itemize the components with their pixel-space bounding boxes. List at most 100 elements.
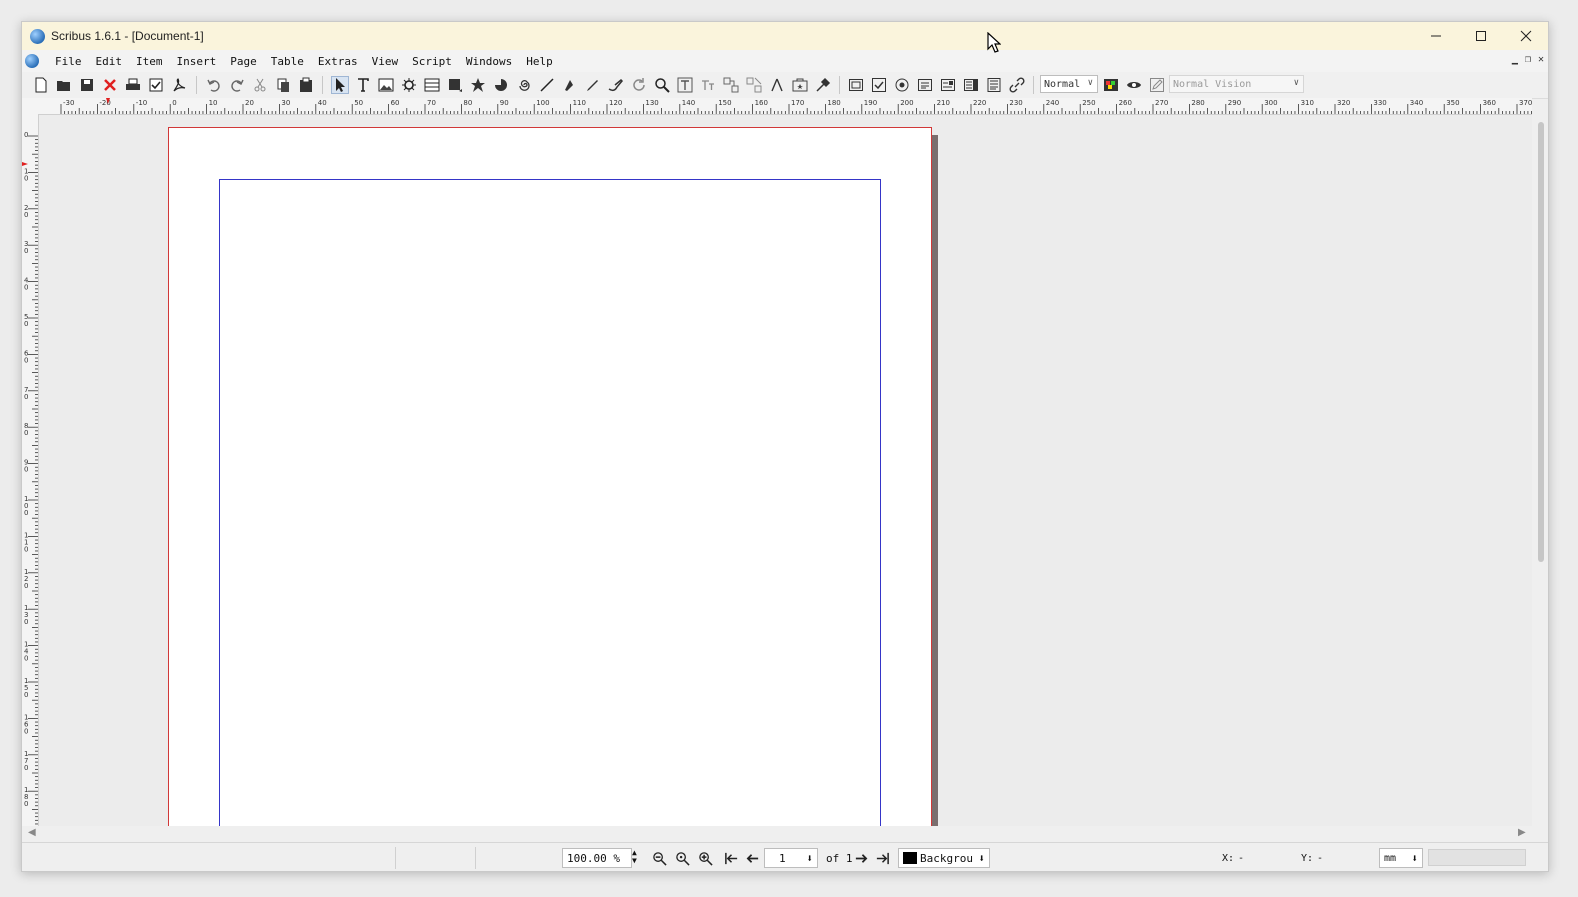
ruler-label: 240 [1046,99,1059,107]
redo-icon[interactable] [228,76,246,94]
spiral-icon[interactable] [515,76,533,94]
edit-text-icon[interactable] [699,76,717,94]
close-button[interactable] [1503,22,1548,50]
menu-item[interactable]: Item [129,55,170,68]
zoom-in-icon[interactable] [696,849,714,867]
open-icon[interactable] [55,76,73,94]
shape-icon[interactable] [446,76,464,94]
menu-page[interactable]: Page [223,55,264,68]
pdf-text-field-icon[interactable] [916,76,934,94]
minimize-button[interactable] [1413,22,1458,50]
document-page[interactable] [168,127,932,826]
color-management-icon[interactable] [1102,76,1120,94]
pdf-list-box-icon[interactable] [962,76,980,94]
select-tool-icon[interactable] [331,76,349,94]
doc-close-icon[interactable]: ✕ [1538,54,1544,65]
zoom-spinner[interactable]: ▲ ▼ [632,849,637,869]
maximize-button[interactable] [1458,22,1503,50]
pdf-text-annotation-icon[interactable] [985,76,1003,94]
vertical-scrollbar[interactable] [1538,122,1544,562]
image-preview-quality-select[interactable]: Normal ∨ [1040,75,1098,93]
scroll-right-icon[interactable]: ▶ [1518,827,1526,838]
pdf-radio-icon[interactable] [893,76,911,94]
ruler-label: 10 [209,99,218,107]
arrow-down-icon[interactable]: ⬇ [806,852,813,865]
horizontal-scrollbar[interactable]: ◀ ▶ [22,826,1532,840]
text-frame-icon[interactable] [354,76,372,94]
export-pdf-icon[interactable] [170,76,188,94]
menu-table[interactable]: Table [264,55,311,68]
arrow-down-icon[interactable]: ⬇ [978,852,985,865]
spin-down-icon[interactable]: ▼ [632,857,637,865]
scroll-left-icon[interactable]: ◀ [28,827,36,838]
preview-mode-eye-icon[interactable] [1125,76,1143,94]
y-coordinate-label: Y: [1301,852,1314,864]
cut-icon[interactable] [251,76,269,94]
rotate-icon[interactable] [630,76,648,94]
menu-help[interactable]: Help [519,55,560,68]
preflight-check-icon[interactable] [147,76,165,94]
zoom-100-icon[interactable] [673,849,691,867]
paste-icon[interactable] [297,76,315,94]
zoom-out-icon[interactable] [650,849,668,867]
menu-edit[interactable]: Edit [89,55,130,68]
horizontal-ruler[interactable]: -30 -20 -10 0 10 20 30 40 50 60 70 80 90 100 110 120 130… [38,98,1532,115]
copy-properties-icon[interactable] [791,76,809,94]
copy-icon[interactable] [274,76,292,94]
menu-insert[interactable]: Insert [170,55,224,68]
previous-page-icon[interactable] [743,849,761,867]
vision-mode-select[interactable]: Normal Vision ∨ [1169,75,1304,93]
edit-in-preview-icon[interactable] [1148,76,1166,94]
document-canvas[interactable] [39,115,1532,826]
pdf-combo-box-icon[interactable] [939,76,957,94]
ruler-label: 0 [24,429,28,437]
undo-icon[interactable] [205,76,223,94]
calligraphic-icon[interactable] [607,76,625,94]
measure-icon[interactable] [768,76,786,94]
menu-windows[interactable]: Windows [459,55,519,68]
image-frame-icon[interactable] [377,76,395,94]
vertical-ruler[interactable]: 0102030405060708090100110120130140150160… [22,114,39,826]
close-document-icon[interactable] [101,76,119,94]
zoom-level-field[interactable]: 100.00 % [562,848,632,868]
render-frame-icon[interactable] [400,76,418,94]
menu-file[interactable]: File [48,55,89,68]
menu-view[interactable]: View [365,55,406,68]
table-icon[interactable] [423,76,441,94]
close-icon [1520,30,1531,42]
save-icon[interactable] [78,76,96,94]
print-icon[interactable] [124,76,142,94]
freehand-icon[interactable] [584,76,602,94]
zoom-icon[interactable] [653,76,671,94]
ruler-label: 100 [536,99,549,107]
layer-select[interactable]: Backgrou ⬇ [898,848,990,868]
unlink-frames-icon[interactable] [745,76,763,94]
pdf-checkbox-icon[interactable] [870,76,888,94]
ruler-label: 130 [645,99,658,107]
last-page-icon[interactable] [873,849,891,867]
page-shadow [932,135,938,826]
polygon-icon[interactable] [469,76,487,94]
line-icon[interactable] [538,76,556,94]
arc-icon[interactable] [492,76,510,94]
ruler-label: 90 [500,99,509,107]
menu-extras[interactable]: Extras [311,55,365,68]
pdf-push-button-icon[interactable] [847,76,865,94]
bezier-icon[interactable] [561,76,579,94]
doc-minimize-icon[interactable]: ▁ [1512,54,1518,65]
new-document-icon[interactable] [32,76,50,94]
first-page-icon[interactable] [722,849,740,867]
document-icon[interactable] [25,54,39,68]
doc-restore-icon[interactable]: ❒ [1525,54,1531,65]
link-frames-icon[interactable] [722,76,740,94]
ruler-label: 360 [1483,99,1496,107]
ruler-label: -30 [63,99,74,107]
eyedropper-icon[interactable] [814,76,832,94]
current-page-field[interactable]: 1 ⬇ [764,848,818,868]
edit-contents-icon[interactable] [676,76,694,94]
unit-select[interactable]: mm ⬇ [1379,848,1423,868]
menu-script[interactable]: Script [405,55,459,68]
next-page-icon[interactable] [852,849,870,867]
pdf-link-annotation-icon[interactable] [1008,76,1026,94]
arrow-down-icon[interactable]: ⬇ [1411,852,1418,865]
